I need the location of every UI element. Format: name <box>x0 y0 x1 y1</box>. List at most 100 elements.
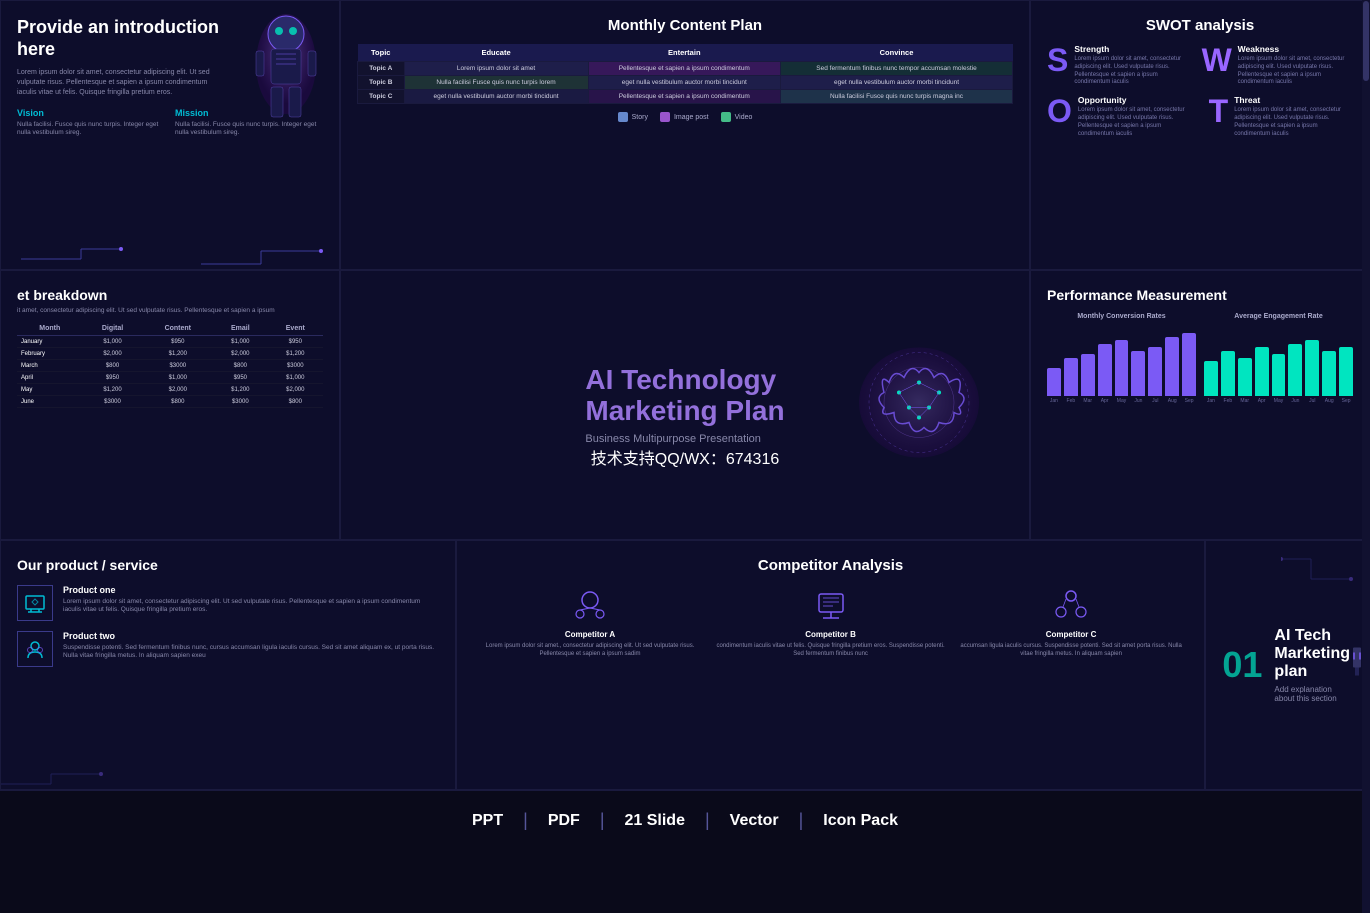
swot-t-letter: T <box>1209 95 1229 127</box>
competitor-b-text: condimentum iaculis vitae ut felis. Quis… <box>713 643 948 659</box>
conversion-chart: Monthly Conversion Rates JanFebMarAprMay… <box>1047 313 1196 404</box>
topic-a-educate: Lorem ipsum dolor sit amet <box>404 62 588 76</box>
table-row: May$1,200$2,000$1,200$2,000 <box>17 384 323 396</box>
hero-title-line2: Marketing Plan <box>585 395 784 426</box>
legend-video: Video <box>721 112 753 122</box>
legend-dot-video <box>721 112 731 122</box>
bar <box>1288 344 1302 397</box>
topic-b: Topic B <box>358 76 405 90</box>
chart-legend: Story Image post Video <box>357 112 1013 122</box>
competitor-a: Competitor A Lorem ipsum dolor sit amet.… <box>473 588 708 659</box>
hero-subtitle: Business Multipurpose Presentation <box>585 433 784 445</box>
circuit-top-right <box>1281 549 1361 599</box>
footer-sep-4: | <box>799 810 804 831</box>
vision-text: Nulla facilisi. Fusce quis nunc turpis. … <box>17 121 165 138</box>
bar <box>1204 361 1218 396</box>
swot-opportunity-row: O Opportunity Lorem ipsum dolor sit amet… <box>1047 95 1353 138</box>
swot-weakness: Weakness Lorem ipsum dolor sit amet, con… <box>1238 44 1353 87</box>
strength-text: Lorem ipsum dolor sit amet, consectetur … <box>1074 56 1189 87</box>
hero-title: AI Technology Marketing Plan <box>585 365 784 427</box>
legend-label-video: Video <box>735 114 753 121</box>
bar <box>1221 351 1235 397</box>
product-one-text: Product one Lorem ipsum dolor sit amet, … <box>63 585 439 621</box>
product-title: Our product / service <box>17 557 439 573</box>
scrollbar[interactable] <box>1362 0 1370 913</box>
swot-strength: Strength Lorem ipsum dolor sit amet, con… <box>1074 44 1189 87</box>
legend-dot-story <box>618 112 628 122</box>
vision-label: Vision <box>17 108 165 118</box>
performance-charts: Monthly Conversion Rates JanFebMarAprMay… <box>1047 313 1353 404</box>
bar <box>1182 333 1196 396</box>
perf-title: Performance Measurement <box>1047 287 1353 303</box>
bar <box>1115 340 1129 396</box>
competitor-a-text: Lorem ipsum dolor sit amet., consectetur… <box>473 643 708 659</box>
competitor-b-icon <box>811 588 851 624</box>
footer-slides: 21 Slide <box>625 812 685 830</box>
legend-label-story: Story <box>632 114 648 121</box>
product-two-name: Product two <box>63 631 439 641</box>
budget-col-digital: Digital <box>82 322 142 336</box>
conversion-bars <box>1047 326 1196 396</box>
bar <box>1098 344 1112 397</box>
topic-c-convince: Nulla facilisi Fusce quis nunc turpis ma… <box>780 90 1012 104</box>
bar <box>1272 354 1286 396</box>
table-row: Topic C eget nulla vestibulum auctor mor… <box>358 90 1013 104</box>
swot-o-letter: O <box>1047 95 1072 127</box>
competitor-c-name: Competitor C <box>954 630 1189 639</box>
col-header-entertain: Entertain <box>588 44 780 62</box>
competitors-row: Competitor A Lorem ipsum dolor sit amet.… <box>473 588 1189 659</box>
swot-content: S Strength Lorem ipsum dolor sit amet, c… <box>1047 44 1353 138</box>
table-row: March$800$3000$800$3000 <box>17 360 323 372</box>
table-row: Topic A Lorem ipsum dolor sit amet Pelle… <box>358 62 1013 76</box>
footer-pdf: PDF <box>548 812 580 830</box>
slide-swot: SWOT analysis S Strength Lorem ipsum dol… <box>1030 0 1370 270</box>
competitor-title: Competitor Analysis <box>473 557 1189 574</box>
topic-c-educate: eget nulla vestibulum auctor morbi tinci… <box>404 90 588 104</box>
footer-iconpack: Icon Pack <box>823 812 898 830</box>
slide-product: Our product / service Product one Lorem … <box>0 540 456 790</box>
slide-intro: Provide an introduction here Lorem ipsum… <box>0 0 340 270</box>
engagement-chart: Average Engagement Rate JanFebMarAprMayJ… <box>1204 313 1353 404</box>
aitech-number: 01 <box>1222 644 1262 686</box>
competitor-c-icon <box>1051 588 1091 624</box>
bar <box>1238 358 1252 397</box>
weakness-text: Lorem ipsum dolor sit amet, consectetur … <box>1238 56 1353 87</box>
aitech-text: AI Tech Marketing plan Add explanation a… <box>1274 627 1353 703</box>
budget-col-content: Content <box>143 322 213 336</box>
competitor-b-name: Competitor B <box>713 630 948 639</box>
footer-sep-2: | <box>600 810 605 831</box>
competitor-c-text: accumsan ligula iaculis cursus. Suspendi… <box>954 643 1189 659</box>
competitor-c: Competitor C accumsan ligula iaculis cur… <box>954 588 1189 659</box>
vision-col: Vision Nulla facilisi. Fusce quis nunc t… <box>17 108 165 138</box>
topic-a-entertain: Pellentesque et sapien a ipsum condiment… <box>588 62 780 76</box>
table-row: April$950$1,000$950$1,000 <box>17 372 323 384</box>
footer-bar: PPT | PDF | 21 Slide | Vector | Icon Pac… <box>0 790 1370 850</box>
bar <box>1322 351 1336 397</box>
slide-budget: et breakdown it amet, consectetur adipis… <box>0 270 340 540</box>
legend-story: Story <box>618 112 648 122</box>
slide-competitor: Competitor Analysis Competitor A Lorem i… <box>456 540 1206 790</box>
content-table: Topic Educate Entertain Convince Topic A… <box>357 44 1013 104</box>
product-one-name: Product one <box>63 585 439 595</box>
competitor-a-name: Competitor A <box>473 630 708 639</box>
table-row: Topic B Nulla facilisi Fusce quis nunc t… <box>358 76 1013 90</box>
product-one: Product one Lorem ipsum dolor sit amet, … <box>17 585 439 621</box>
engagement-title: Average Engagement Rate <box>1204 313 1353 320</box>
opportunity-text: Lorem ipsum dolor sit amet, consectetur … <box>1078 107 1197 138</box>
circuit-deco <box>1 769 341 789</box>
bar <box>1081 354 1095 396</box>
topic-a: Topic A <box>358 62 405 76</box>
bar <box>1339 347 1353 396</box>
slide-aitech: 01 AI Tech Marketing plan Add explanatio… <box>1205 540 1370 790</box>
product-two-icon <box>17 631 53 667</box>
budget-col-event: Event <box>268 322 323 336</box>
threat-text: Lorem ipsum dolor sit amet, consectetur … <box>1234 107 1353 138</box>
footer-vector: Vector <box>730 812 779 830</box>
topic-c-entertain: Pellentesque et sapien a ipsum condiment… <box>588 90 780 104</box>
swot-threat: Threat Lorem ipsum dolor sit amet, conse… <box>1234 95 1353 138</box>
swot-opportunity: Opportunity Lorem ipsum dolor sit amet, … <box>1078 95 1197 138</box>
conversion-labels: JanFebMarAprMayJunJulAugSep <box>1047 398 1196 404</box>
scrollbar-thumb[interactable] <box>1363 1 1369 81</box>
footer-sep-1: | <box>523 810 528 831</box>
budget-sub: it amet, consectetur adipiscing elit. Ut… <box>17 307 323 314</box>
